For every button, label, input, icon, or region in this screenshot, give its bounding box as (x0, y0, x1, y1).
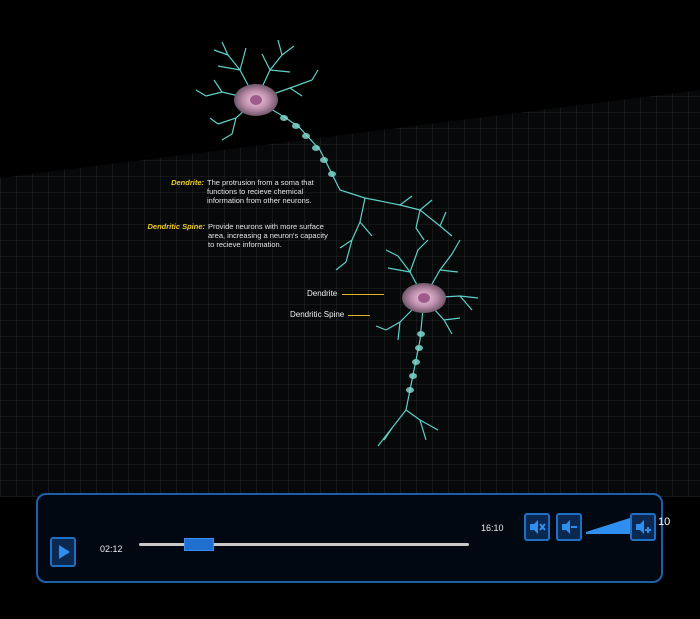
seek-track[interactable] (139, 538, 469, 551)
dendrite-text: The protrusion from a soma that function… (207, 178, 314, 205)
spine-text: Provide neurons with more surface area, … (208, 222, 328, 249)
spine-callout-line (348, 315, 370, 316)
play-button[interactable] (50, 537, 76, 567)
volume-up-icon (636, 520, 651, 534)
current-time: 02:12 (100, 544, 123, 554)
dendrite-callout-label: Dendrite (307, 289, 338, 298)
dendrite-term: Dendrite: (171, 178, 204, 187)
mute-button[interactable] (524, 513, 550, 541)
spine-term: Dendritic Spine: (147, 222, 205, 231)
volume-level-bar[interactable] (586, 516, 630, 536)
volume-down-button[interactable] (556, 513, 582, 541)
mute-icon (530, 520, 546, 534)
spine-callout-label: Dendritic Spine (290, 310, 345, 319)
volume-down-icon (562, 520, 577, 534)
volume-up-button[interactable] (630, 513, 656, 541)
volume-level: 10 (658, 516, 671, 528)
video-player: 02:12 16:10 10 (36, 493, 671, 588)
dendrite-callout-line (342, 294, 384, 295)
total-time: 16:10 (481, 523, 504, 533)
play-icon (59, 545, 70, 559)
seek-thumb[interactable] (183, 538, 214, 551)
